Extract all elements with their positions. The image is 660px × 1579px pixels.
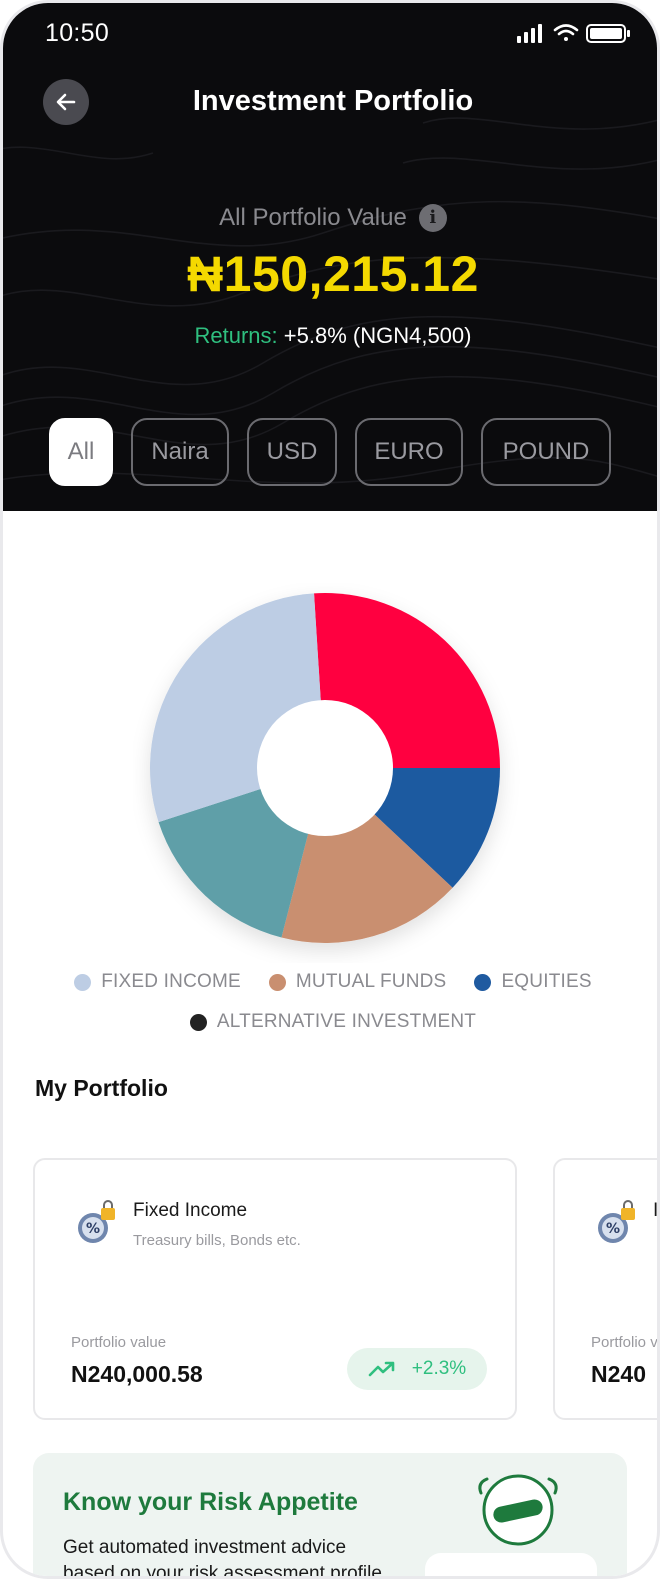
risk-gauge-icon — [478, 1474, 558, 1546]
portfolio-card-next[interactable]: % I Portfolio v N240 — [553, 1158, 659, 1420]
card-title: Fixed Income — [133, 1200, 248, 1221]
card-value: N240,000.58 — [71, 1361, 203, 1387]
portfolio-value-label-text: All Portfolio Value — [219, 203, 407, 231]
battery-icon — [586, 24, 630, 43]
card-value: N240 — [591, 1361, 646, 1387]
legend-item-alternative-investment: ALTERNATIVE INVESTMENT — [189, 1011, 477, 1033]
percent-lock-icon: % — [78, 1200, 115, 1243]
page-title: Investment Portfolio — [192, 85, 474, 117]
filter-chip-pound[interactable]: POUND — [481, 418, 611, 486]
signal-icon — [517, 24, 542, 43]
risk-description: Get automated investment advice based on… — [63, 1537, 382, 1579]
allocation-donut-chart — [150, 593, 500, 943]
change-badge: +2.3% — [347, 1348, 487, 1390]
legend-dot — [189, 1013, 207, 1031]
donut-hole — [257, 700, 393, 836]
legend-label: EQUITIES — [501, 971, 592, 992]
legend-dot — [74, 973, 92, 991]
svg-text:%: % — [606, 1221, 620, 1237]
filter-chip-naira[interactable]: Naira — [131, 418, 229, 486]
risk-cta-button[interactable] — [425, 1553, 597, 1576]
legend-dot — [474, 973, 492, 991]
status-icons — [517, 24, 630, 43]
filter-chip-all[interactable]: All — [49, 418, 113, 486]
card-value-label: Portfolio v — [591, 1334, 658, 1351]
filter-chip-euro[interactable]: EURO — [355, 418, 463, 486]
status-bar: 10:50 — [3, 3, 657, 63]
legend-label: MUTUAL FUNDS — [295, 971, 447, 992]
returns-value: +5.8% (NGN4,500) — [283, 323, 472, 348]
legend-item-fixed-income: FIXED INCOME — [74, 971, 241, 993]
returns-label: Returns: — [194, 323, 278, 348]
my-portfolio-heading: My Portfolio — [35, 1075, 168, 1101]
legend-item-mutual-funds: MUTUAL FUNDS — [268, 971, 447, 993]
phone-frame: 10:50 Investment Portfolio All Portfolio… — [0, 0, 660, 1579]
trending-up-icon — [368, 1361, 395, 1377]
card-value-label: Portfolio value — [71, 1334, 167, 1351]
risk-title: Know your Risk Appetite — [63, 1488, 358, 1516]
legend-label: FIXED INCOME — [101, 971, 241, 992]
portfolio-header: 10:50 Investment Portfolio All Portfolio… — [3, 3, 657, 511]
returns-line: Returns: +5.8% (NGN4,500) — [3, 323, 657, 349]
legend-label: ALTERNATIVE INVESTMENT — [216, 1011, 477, 1032]
change-value: +2.3% — [411, 1358, 467, 1379]
chart-legend: FIXED INCOME MUTUAL FUNDS EQUITIES ALTER… — [3, 965, 657, 1045]
portfolio-card-fixed-income[interactable]: % Fixed Income Treasury bills, Bonds etc… — [33, 1158, 517, 1420]
percent-lock-icon: % — [598, 1200, 635, 1243]
card-title: I — [653, 1200, 659, 1221]
svg-text:%: % — [86, 1221, 100, 1237]
info-icon[interactable]: i — [418, 203, 447, 232]
filter-chip-usd[interactable]: USD — [247, 418, 337, 486]
wifi-icon — [553, 24, 579, 41]
legend-item-equities: EQUITIES — [474, 971, 592, 993]
portfolio-value-label: All Portfolio Value i — [3, 203, 657, 232]
status-time: 10:50 — [45, 19, 110, 47]
card-subtitle: Treasury bills, Bonds etc. — [133, 1232, 301, 1249]
risk-appetite-banner[interactable]: Know your Risk Appetite Get automated in… — [33, 1453, 627, 1579]
portfolio-value-amount: ₦150,215.12 — [187, 246, 479, 302]
legend-dot — [268, 973, 286, 991]
currency-filter-tabs: All Naira USD EURO POUND — [49, 418, 611, 488]
